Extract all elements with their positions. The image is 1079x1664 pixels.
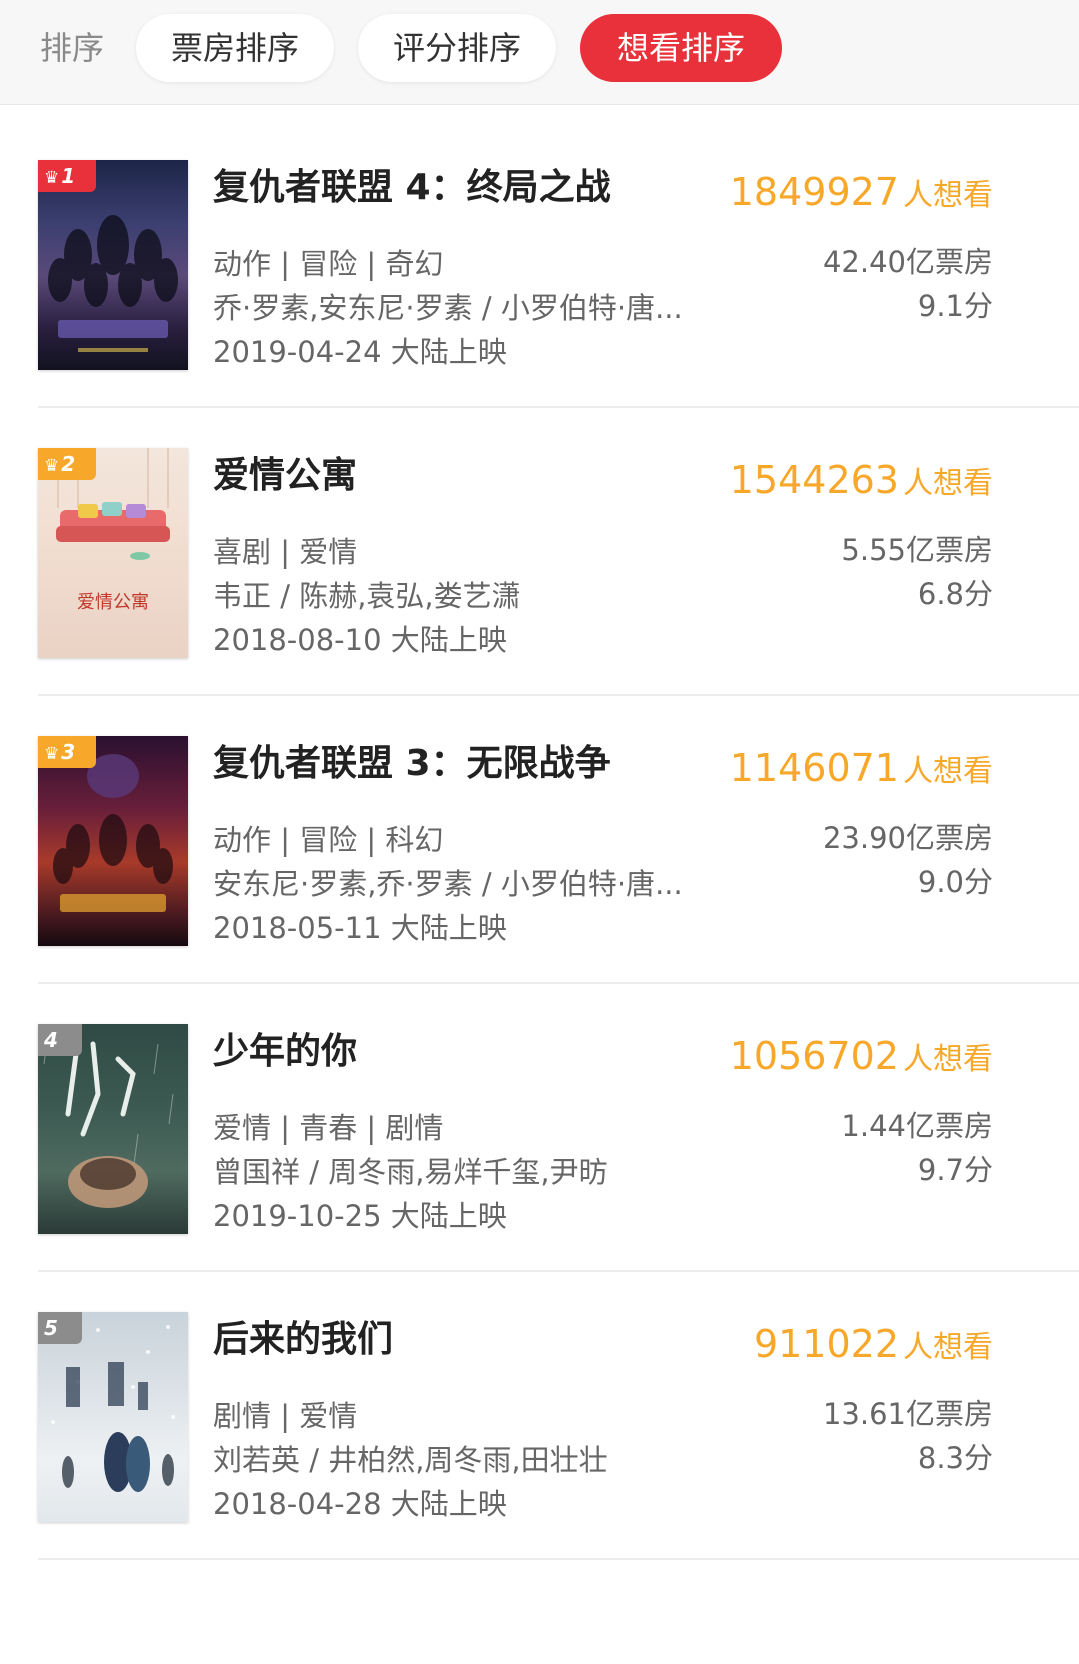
crown-icon: ♛ [44,168,60,188]
movie-poster[interactable]: 爱情公寓 ♛ 2 [38,448,188,658]
want-count: 1849927 人想看 [729,170,993,214]
movie-title[interactable]: 复仇者联盟 4：终局之战 [213,162,611,214]
want-count: 1544263 人想看 [729,458,993,502]
crown-icon: ♛ [44,456,60,476]
movie-cast: 曾国祥 / 周冬雨,易烊千玺,尹昉 [213,1155,608,1189]
movie-poster[interactable]: ♛ 1 [38,160,188,370]
row-divider [38,1558,1079,1560]
movie-cast: 韦正 / 陈赫,袁弘,娄艺潇 [213,579,521,613]
movie-title[interactable]: 后来的我们 [213,1314,393,1366]
movie-title[interactable]: 复仇者联盟 3：无限战争 [213,738,611,790]
crown-icon: ♛ [44,744,60,764]
movie-release-date: 2019-04-24 大陆上映 [213,335,507,369]
svg-text:爱情公寓: 爱情公寓 [77,592,149,613]
movie-poster[interactable]: ♛ 3 [38,736,188,946]
movie-score: 8.3分 [917,1441,993,1475]
movie-genres: 喜剧 | 爱情 [213,535,358,569]
movie-release-date: 2019-10-25 大陆上映 [213,1199,507,1233]
movie-row[interactable]: 爱情公寓 ♛ 2 爱情公寓 1544263 人想看 喜剧 | 爱情 韦正 / 陈赫,… [0,408,1079,696]
movie-poster[interactable]: 5 [38,1312,188,1522]
movie-box-office: 42.40亿票房 [822,245,993,279]
movie-box-office: 13.61亿票房 [822,1397,993,1431]
movie-release-date: 2018-08-10 大陆上映 [213,623,507,657]
movie-score: 9.7分 [917,1153,993,1187]
movie-cast: 乔·罗素,安东尼·罗素 / 小罗伯特·唐... [213,291,683,325]
rank-badge: ♛ 3 [38,736,96,768]
movie-genres: 爱情 | 青春 | 剧情 [213,1111,444,1145]
movie-poster[interactable]: 4 [38,1024,188,1234]
sort-by-want-button[interactable]: 想看排序 [580,14,782,82]
rank-badge: ♛ 1 [38,160,96,192]
sort-label: 排序 [40,29,105,67]
movie-cast: 安东尼·罗素,乔·罗素 / 小罗伯特·唐... [213,867,683,901]
want-count: 1056702 人想看 [729,1034,993,1078]
movie-title[interactable]: 少年的你 [213,1026,357,1078]
movie-score: 9.0分 [917,865,993,899]
movie-title[interactable]: 爱情公寓 [213,450,357,502]
want-count: 1146071 人想看 [729,746,993,790]
movie-release-date: 2018-05-11 大陆上映 [213,911,507,945]
rank-badge: 5 [38,1312,82,1344]
movie-release-date: 2018-04-28 大陆上映 [213,1487,507,1521]
movie-box-office: 5.55亿票房 [841,533,993,567]
movie-cast: 刘若英 / 井柏然,周冬雨,田壮壮 [213,1443,608,1477]
movie-box-office: 23.90亿票房 [822,821,993,855]
movie-row[interactable]: 4 少年的你 1056702 人想看 爱情 | 青春 | 剧情 曾国祥 / 周冬雨… [0,984,1079,1272]
movie-box-office: 1.44亿票房 [841,1109,993,1143]
want-count: 911022 人想看 [753,1322,993,1366]
movie-genres: 剧情 | 爱情 [213,1399,358,1433]
movie-genres: 动作 | 冒险 | 科幻 [213,823,444,857]
movie-row[interactable]: ♛ 3 复仇者联盟 3：无限战争 1146071 人想看 动作 | 冒险 | 科幻 … [0,696,1079,984]
sort-by-score-button[interactable]: 评分排序 [358,14,556,82]
rank-badge: 4 [38,1024,82,1056]
movie-score: 9.1分 [917,289,993,323]
rank-badge: ♛ 2 [38,448,96,480]
sort-bar: 排序 票房排序 评分排序 想看排序 [0,0,1079,105]
movie-row[interactable]: ♛ 1 复仇者联盟 4：终局之战 1849927 人想看 动作 | 冒险 | 奇幻 … [0,120,1079,408]
movie-score: 6.8分 [917,577,993,611]
sort-by-box-office-button[interactable]: 票房排序 [136,14,334,82]
movie-genres: 动作 | 冒险 | 奇幻 [213,247,444,281]
movie-row[interactable]: 5 后来的我们 911022 人想看 剧情 | 爱情 刘若英 / 井柏然,周冬雨,… [0,1272,1079,1560]
